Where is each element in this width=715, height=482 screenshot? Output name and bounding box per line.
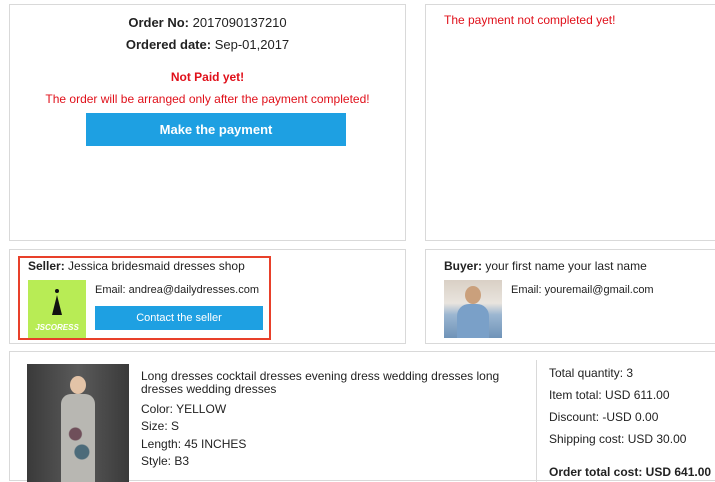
product-size: Size: S [141, 419, 180, 433]
total-quantity: Total quantity: 3 [549, 366, 634, 380]
order-item-panel: Long dresses cocktail dresses evening dr… [9, 351, 715, 482]
payment-status-text: The payment not completed yet! [444, 13, 616, 27]
product-image[interactable] [27, 364, 129, 482]
order-no-label: Order No: [128, 15, 190, 30]
order-no-value: 2017090137210 [192, 15, 287, 30]
discount: Discount: -USD 0.00 [549, 410, 659, 424]
product-length: Length: 45 INCHES [141, 437, 247, 451]
order-info-panel: Order No: 2017090137210 Ordered date: Se… [9, 4, 406, 241]
payment-arrangement-note: The order will be arranged only after th… [45, 92, 370, 106]
product-title[interactable]: Long dresses cocktail dresses evening dr… [141, 370, 521, 396]
buyer-email-line: Email: youremail@gmail.com [511, 284, 654, 296]
ordered-date-label: Ordered date: [125, 37, 212, 52]
buyer-heading: Buyer: your first name your last name [444, 259, 647, 273]
buyer-label: Buyer: [444, 259, 483, 273]
not-paid-status: Not Paid yet! [170, 70, 245, 84]
product-style: Style: B3 [141, 454, 190, 468]
payment-status-panel: The payment not completed yet! [425, 4, 715, 241]
shipping-cost: Shipping cost: USD 30.00 [549, 432, 687, 446]
make-payment-button[interactable]: Make the payment [86, 113, 346, 146]
summary-divider [536, 360, 537, 482]
buyer-panel: Buyer: your first name your last name Em… [425, 249, 715, 344]
item-total: Item total: USD 611.00 [549, 388, 670, 402]
order-number-line: Order No: 2017090137210 [10, 15, 405, 30]
ordered-date-line: Ordered date: Sep-01,2017 [10, 37, 405, 52]
buyer-email-value: youremail@gmail.com [544, 284, 654, 296]
buyer-name: your first name your last name [485, 259, 647, 273]
buyer-avatar [444, 280, 502, 338]
product-color: Color: YELLOW [141, 402, 227, 416]
seller-highlight-box [18, 256, 271, 340]
buyer-email-label: Email: [511, 284, 542, 296]
ordered-date-value: Sep-01,2017 [214, 37, 290, 52]
